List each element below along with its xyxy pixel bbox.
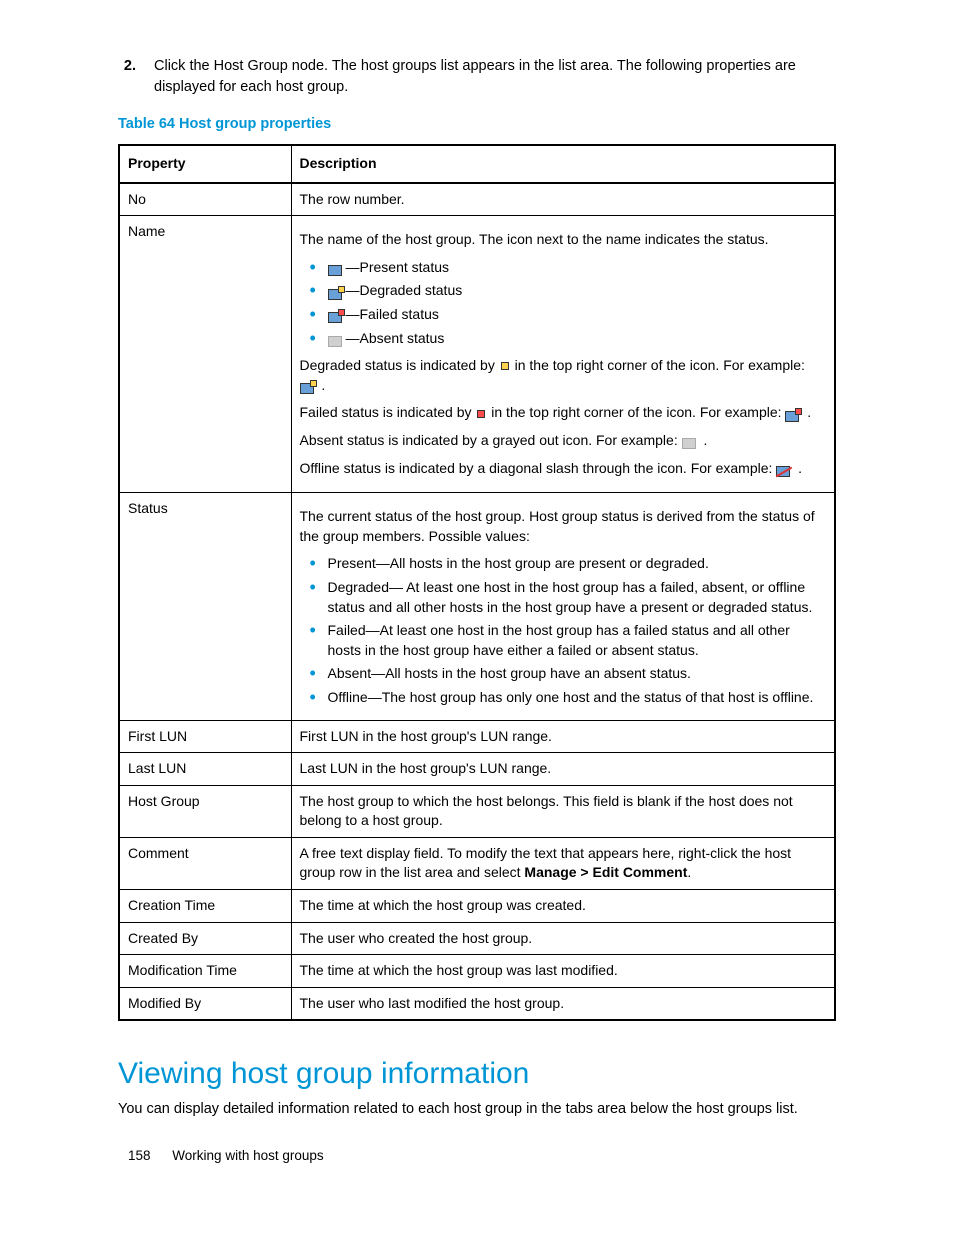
bullet-text: —Absent status [346,330,445,346]
bullet-text: —Failed status [346,306,439,322]
property-cell: Host Group [119,785,291,837]
bullet-text: —Degraded status [346,282,463,298]
list-item: —Present status [310,258,827,278]
error-badge-icon [477,410,485,418]
description-cell: The time at which the host group was las… [291,955,835,988]
property-cell: Creation Time [119,890,291,923]
status-values-list: Present—All hosts in the host group are … [300,554,827,707]
description-cell: Last LUN in the host group's LUN range. [291,753,835,786]
table-row: First LUN First LUN in the host group's … [119,720,835,753]
table-row: Status The current status of the host gr… [119,493,835,720]
failed-status-icon [328,309,342,321]
description-cell: First LUN in the host group's LUN range. [291,720,835,753]
list-item: Offline—The host group has only one host… [310,688,827,708]
table-row: Modified By The user who last modified t… [119,987,835,1020]
procedure-step: 2. Click the Host Group node. The host g… [118,56,836,98]
chapter-title: Working with host groups [172,1148,323,1163]
status-icon-list: —Present status —Degraded status —Failed… [300,258,827,348]
host-group-properties-table: Property Description No The row number. … [118,144,836,1021]
property-cell: Name [119,216,291,493]
table-row: Comment A free text display field. To mo… [119,837,835,889]
offline-explain: Offline status is indicated by a diagona… [300,459,827,479]
table-row: No The row number. [119,183,835,216]
property-cell: Modified By [119,987,291,1020]
list-item: —Failed status [310,305,827,325]
description-cell: The user who created the host group. [291,922,835,955]
absent-example-icon [682,435,696,447]
description-cell: The current status of the host group. Ho… [291,493,835,720]
absent-explain: Absent status is indicated by a grayed o… [300,431,827,451]
degraded-status-icon [328,286,342,298]
table-caption: Table 64 Host group properties [118,116,836,132]
status-desc-intro: The current status of the host group. Ho… [300,507,827,546]
table-row: Creation Time The time at which the host… [119,890,835,923]
description-cell: The row number. [291,183,835,216]
section-body: You can display detailed information rel… [118,1099,836,1120]
list-item: Absent—All hosts in the host group have … [310,664,827,684]
page-number: 158 [128,1148,151,1163]
failed-example-icon [785,408,799,420]
table-row: Last LUN Last LUN in the host group's LU… [119,753,835,786]
property-cell: Comment [119,837,291,889]
property-cell: No [119,183,291,216]
description-cell: The user who last modified the host grou… [291,987,835,1020]
list-item: —Degraded status [310,281,827,301]
property-cell: Created By [119,922,291,955]
description-cell: A free text display field. To modify the… [291,837,835,889]
degraded-explain: Degraded status is indicated by in the t… [300,356,827,395]
warn-badge-icon [501,362,509,370]
name-desc-intro: The name of the host group. The icon nex… [300,230,827,250]
table-row: Modification Time The time at which the … [119,955,835,988]
col-header-description: Description [291,145,835,183]
property-cell: Status [119,493,291,720]
list-item: —Absent status [310,329,827,349]
list-item: Degraded— At least one host in the host … [310,578,827,617]
list-item: Failed—At least one host in the host gro… [310,621,827,660]
present-status-icon [328,262,342,274]
failed-explain: Failed status is indicated by in the top… [300,403,827,423]
step-body: Click the Host Group node. The host grou… [154,56,836,98]
absent-status-icon [328,333,342,345]
bullet-text: —Present status [346,259,450,275]
description-cell: The name of the host group. The icon nex… [291,216,835,493]
list-item: Present—All hosts in the host group are … [310,554,827,574]
page-footer: 158 Working with host groups [128,1148,324,1163]
step-number: 2. [118,56,136,98]
section-heading: Viewing host group information [118,1057,836,1091]
table-row: Created By The user who created the host… [119,922,835,955]
description-cell: The host group to which the host belongs… [291,785,835,837]
col-header-property: Property [119,145,291,183]
degraded-example-icon [300,380,314,392]
table-row: Name The name of the host group. The ico… [119,216,835,493]
table-row: Host Group The host group to which the h… [119,785,835,837]
property-cell: Modification Time [119,955,291,988]
property-cell: First LUN [119,720,291,753]
menu-path: Manage > Edit Comment [524,864,687,880]
description-cell: The time at which the host group was cre… [291,890,835,923]
offline-example-icon [776,463,790,475]
property-cell: Last LUN [119,753,291,786]
